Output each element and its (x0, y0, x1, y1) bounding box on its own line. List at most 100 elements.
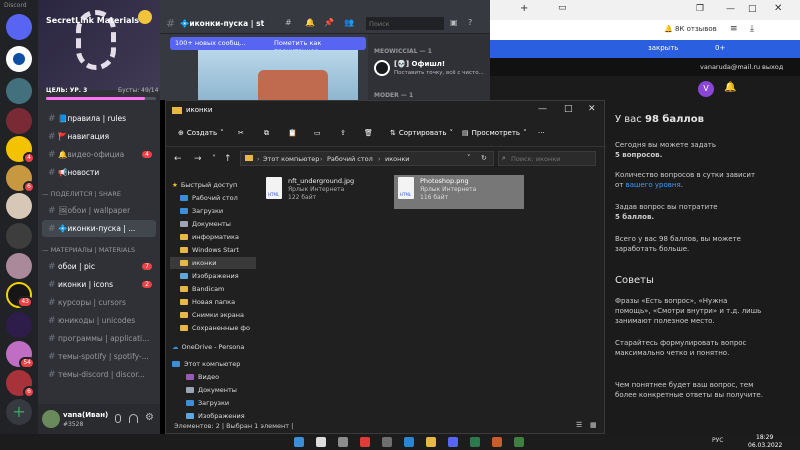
channel-spotify[interactable]: # темы-spotify | spotify-... (42, 348, 156, 365)
level-link[interactable]: вашего уровня (626, 181, 681, 189)
settings-gear-icon[interactable]: ⚙ (145, 412, 154, 423)
bell-icon[interactable]: 🔔 (305, 18, 315, 27)
server-icon[interactable] (6, 108, 32, 134)
server-icon[interactable] (6, 193, 32, 219)
file-item-selected[interactable]: HTML Photoshop.png Ярлык Интернета 116 б… (394, 175, 524, 209)
headphones-icon[interactable] (129, 414, 138, 423)
bookmark-icon[interactable]: ▭ (558, 3, 567, 13)
server-icon[interactable]: 6 (6, 165, 35, 193)
breadcrumb-icons[interactable]: иконки (385, 155, 410, 163)
clock-time[interactable]: 18:29 (756, 434, 773, 441)
start-icon[interactable] (294, 437, 304, 447)
threads-icon[interactable]: # (285, 18, 292, 27)
server-icon[interactable]: 43 (6, 282, 33, 308)
cut-icon[interactable]: ✂ (238, 124, 244, 142)
server-icon[interactable] (6, 253, 32, 279)
channel-rules[interactable]: # 📘правила | rules (42, 110, 156, 127)
quick-access[interactable]: ★ Быстрый доступ (172, 179, 257, 191)
category-share[interactable]: — ПОДЕЛИТСЯ | SHARE (42, 190, 121, 198)
nav-pc-documents[interactable]: Документы (186, 384, 256, 396)
microphone-icon[interactable] (115, 414, 121, 423)
server-icon[interactable]: 4 (6, 136, 35, 164)
nav-saved-photos[interactable]: Сохраненные фо (180, 322, 260, 334)
nav-windows-start[interactable]: Windows Start (180, 244, 260, 256)
clock-date[interactable]: 06.03.2022 (748, 442, 782, 449)
search-input[interactable] (498, 151, 596, 166)
message-image[interactable] (198, 50, 358, 100)
history-chevron-icon[interactable]: ˅ (212, 154, 216, 163)
server-name[interactable]: SecretLink Materials (46, 16, 146, 25)
home-button[interactable] (6, 14, 32, 40)
nav-pc-images[interactable]: Изображения (186, 410, 256, 422)
pin-icon[interactable]: 📌 (324, 18, 334, 27)
user-avatar[interactable]: V (698, 81, 714, 97)
logout-link[interactable]: выход (762, 63, 783, 71)
address-bar[interactable]: › Этот компьютер › Рабочий стол › иконки… (240, 151, 494, 166)
up-icon[interactable]: ↑ (224, 154, 232, 164)
close-icon[interactable]: ✕ (774, 3, 782, 14)
server-icon[interactable] (6, 46, 32, 72)
channel-video[interactable]: # 🔔видео-официа 4 (42, 146, 156, 163)
task-view-icon[interactable] (338, 437, 348, 447)
close-notice-link[interactable]: закрыть (648, 44, 678, 52)
help-icon[interactable]: ? (468, 18, 472, 27)
channel-unicodes[interactable]: # юникоды | unicodes (42, 312, 156, 329)
nav-informatics[interactable]: информатика (180, 231, 260, 243)
user-email[interactable]: vanaruda@mail.ru (700, 63, 760, 71)
category-materials[interactable]: — МАТЕРИАЛЫ | MATERIALS (42, 246, 135, 254)
file-explorer-icon[interactable] (426, 437, 436, 447)
server-icon[interactable] (6, 78, 32, 104)
refresh-icon[interactable]: ↻ (481, 154, 487, 162)
browser-icon[interactable] (360, 437, 370, 447)
app-icon[interactable] (470, 437, 480, 447)
menu-icon[interactable]: ≡ (730, 24, 738, 34)
sort-button[interactable]: ⇅ Сортировать ˅ (390, 124, 453, 142)
vscode-icon[interactable] (404, 437, 414, 447)
add-tab-icon[interactable]: + (520, 3, 528, 14)
maximize-icon[interactable]: □ (564, 104, 573, 114)
goal-label[interactable]: ЦЕЛЬ: УР. 3 (46, 87, 87, 94)
channel-cursors[interactable]: # курсоры | cursors (42, 294, 156, 311)
nav-new-folder[interactable]: Новая папка (180, 296, 260, 308)
member-avatar[interactable] (374, 60, 390, 76)
paste-icon[interactable]: 📋 (288, 124, 297, 142)
app-icon[interactable] (514, 437, 524, 447)
more-icon[interactable]: ··· (538, 124, 545, 142)
search-input[interactable] (366, 17, 444, 30)
nav-images[interactable]: Изображения (180, 270, 260, 282)
channel-applications[interactable]: # программы | applicati... (42, 330, 156, 347)
app-icon[interactable] (382, 437, 392, 447)
channel-news[interactable]: # 📢новости (42, 164, 156, 181)
nav-this-pc[interactable]: Этот компьютер (172, 358, 257, 370)
nav-onedrive[interactable]: ☁ OneDrive - Persona (172, 341, 257, 353)
add-server-icon[interactable]: + (6, 399, 32, 425)
maximize-icon[interactable]: □ (748, 4, 757, 14)
server-icon[interactable]: 54 (6, 341, 35, 369)
nav-icons[interactable]: иконки (170, 257, 256, 269)
file-item[interactable]: HTML nft_underground.jpg Ярлык Интернета… (262, 175, 388, 209)
server-icon[interactable] (6, 223, 32, 249)
close-icon[interactable]: ✕ (588, 104, 596, 114)
avatar[interactable] (42, 410, 60, 428)
view-button[interactable]: ▤ Просмотреть ˅ (462, 124, 527, 142)
channel-icons[interactable]: # иконки | icons 2 (42, 276, 156, 293)
channel-start-icons[interactable]: # 💠иконки-пуска | ... (42, 220, 156, 237)
minimize-icon[interactable]: — (726, 4, 735, 14)
nav-screenshots[interactable]: Снимки экрана (180, 309, 260, 321)
create-button[interactable]: ⊕ Создать ˅ (178, 124, 224, 142)
dropdown-icon[interactable]: ˅ (467, 154, 471, 162)
channel-navigation[interactable]: # 🚩навигация (42, 128, 156, 145)
search-icon[interactable] (316, 437, 326, 447)
reviews-button[interactable]: 🔔 8К отзывов (664, 25, 717, 33)
channel-pic[interactable]: # обои | pic 7 (42, 258, 156, 275)
member-name[interactable]: [💀] Офишл! (394, 60, 445, 68)
nav-documents[interactable]: Документы (180, 218, 260, 230)
members-icon[interactable]: 👥 (344, 18, 354, 27)
server-icon[interactable] (6, 312, 32, 338)
nav-desktop[interactable]: Рабочий стол (180, 192, 260, 204)
tiles-view-icon[interactable]: ▦ (590, 421, 597, 429)
nav-pc-downloads[interactable]: Загрузки (186, 397, 256, 409)
inbox-icon[interactable]: ▣ (450, 18, 458, 27)
breadcrumb-desktop[interactable]: Рабочий стол (327, 155, 373, 163)
share-icon[interactable]: ⇪ (340, 124, 346, 142)
